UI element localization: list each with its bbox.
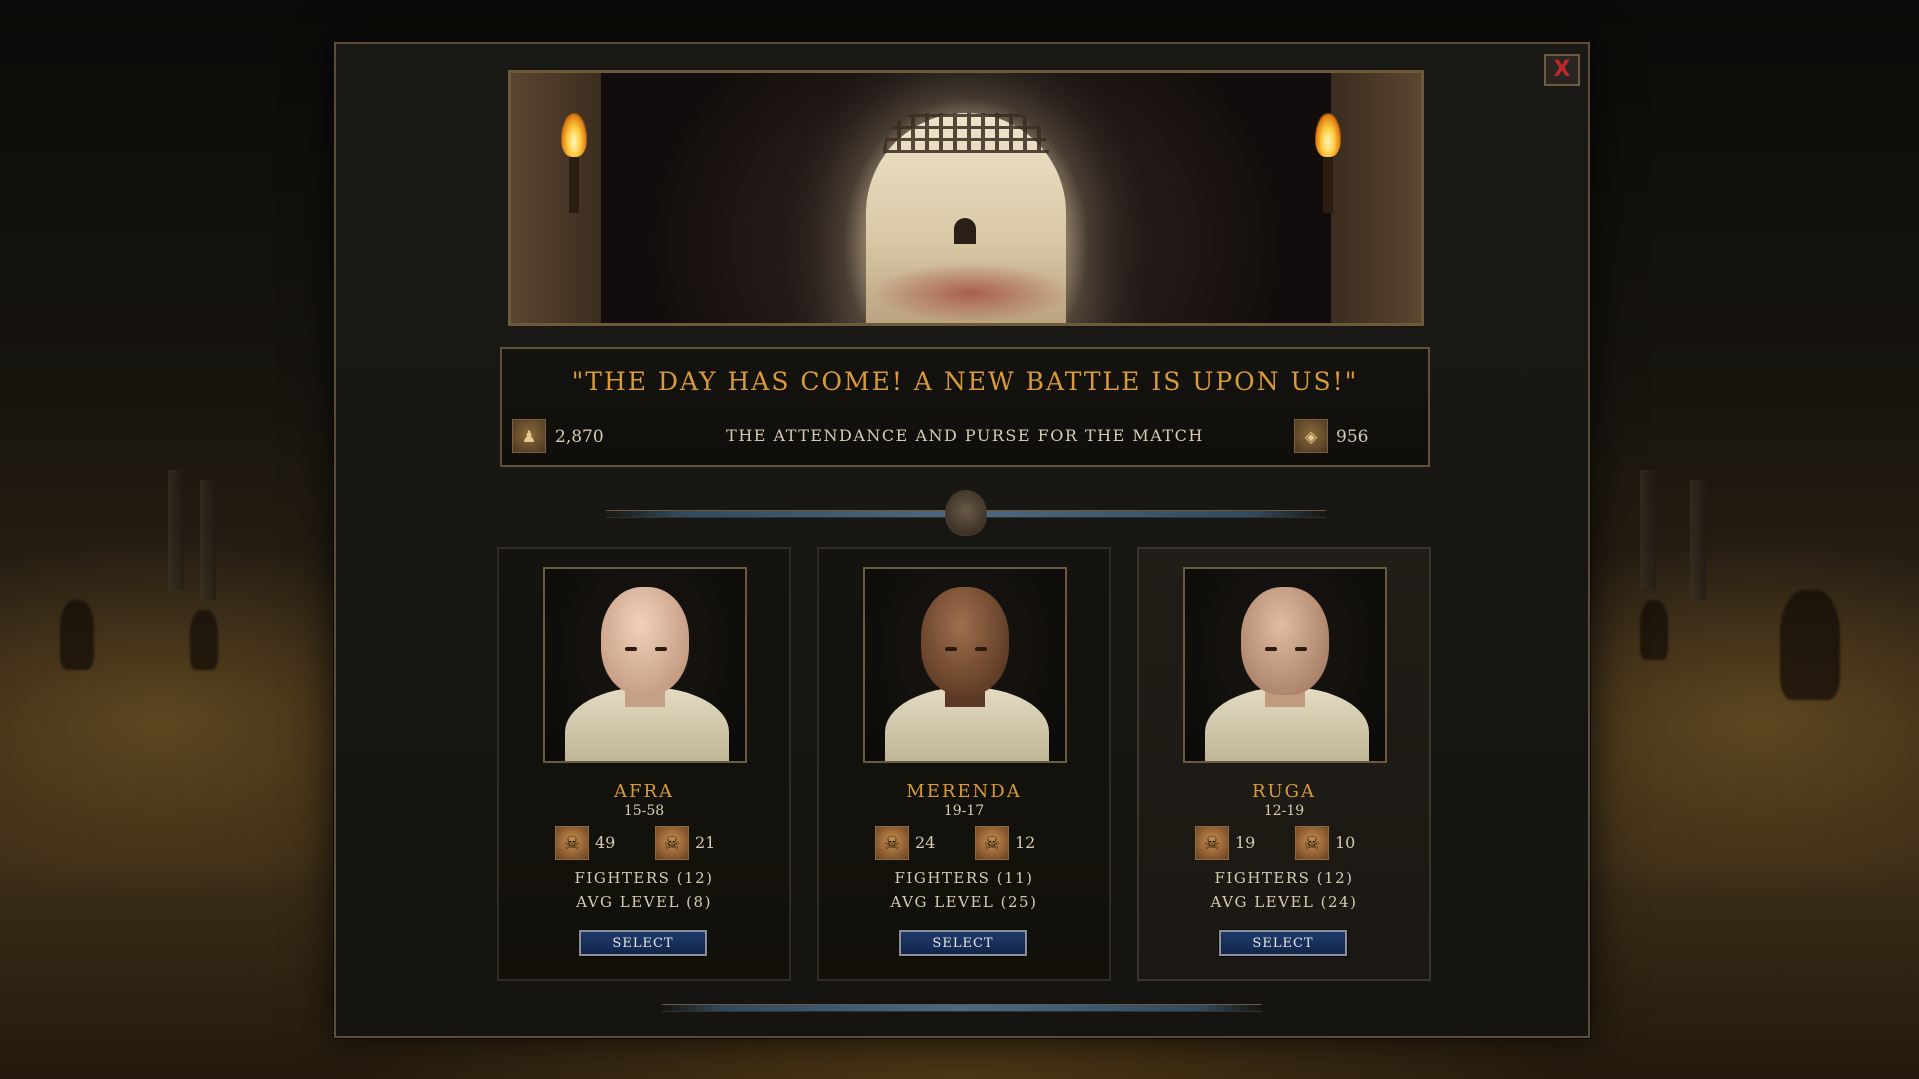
deaths-value: 21	[695, 833, 716, 852]
portrait-eye	[975, 647, 987, 651]
portrait-head	[1241, 587, 1329, 695]
select-merenda-button[interactable]: SELECT	[898, 929, 1028, 957]
lanista-record: 12-19	[1263, 803, 1305, 819]
background-gladiator	[1640, 600, 1668, 660]
average-level: AVG LEVEL (8)	[576, 893, 712, 911]
kills-value: 24	[915, 833, 936, 852]
lanista-record: 19-17	[943, 803, 985, 819]
portcullis	[883, 113, 1049, 153]
blood-stain	[871, 263, 1071, 323]
average-level: AVG LEVEL (25)	[890, 893, 1038, 911]
torch-left-stick	[569, 153, 579, 213]
lanista-record: 15-58	[623, 803, 665, 819]
torch-right-flame-icon	[1315, 113, 1341, 157]
select-ruga-button[interactable]: SELECT	[1218, 929, 1348, 957]
portrait-eye	[1295, 647, 1307, 651]
deaths-value: 12	[1015, 833, 1036, 852]
kills-skull-icon: ☠	[1195, 826, 1229, 860]
portrait-eye	[945, 647, 957, 651]
attendance-purse-caption: THE ATTENDANCE AND PURSE FOR THE MATCH	[726, 426, 1204, 445]
purse-value: 956	[1336, 427, 1369, 447]
deaths-skull-icon: ☠	[655, 826, 689, 860]
lanista-name: AFRA	[613, 781, 675, 802]
lanista-name: RUGA	[1251, 781, 1317, 802]
battle-quote: "THE DAY HAS COME! A NEW BATTLE IS UPON …	[571, 367, 1359, 396]
battle-announcement-panel: "THE DAY HAS COME! A NEW BATTLE IS UPON …	[500, 347, 1430, 467]
portrait-eye	[625, 647, 637, 651]
close-button[interactable]: X	[1544, 54, 1580, 86]
deaths-skull-icon: ☠	[1295, 826, 1329, 860]
deaths-skull-icon: ☠	[975, 826, 1009, 860]
torch-left-flame-icon	[561, 113, 587, 157]
lanista-card-merenda: MERENDA 19-17 ☠ 24 ☠ 12 FIGHTERS (11) AV…	[817, 547, 1111, 981]
banner-wall-right	[1331, 73, 1421, 323]
purse-icon: ◈	[1294, 419, 1328, 453]
lanista-card-ruga: RUGA 12-19 ☠ 19 ☠ 10 FIGHTERS (12) AVG L…	[1137, 547, 1431, 981]
background-pillar	[1690, 480, 1706, 600]
torch-right-stick	[1323, 153, 1333, 213]
background-pillar	[1640, 470, 1656, 590]
background-gladiator	[1780, 590, 1840, 700]
portrait-head	[601, 587, 689, 695]
portrait-eye	[655, 647, 667, 651]
lanista-name: MERENDA	[906, 781, 1022, 802]
arena-gate-banner	[508, 70, 1424, 326]
banner-wall-left	[511, 73, 601, 323]
kills-value: 49	[595, 833, 616, 852]
lion-emblem-icon	[945, 490, 987, 536]
background-pillar	[200, 480, 216, 600]
ornamental-divider-bottom	[662, 1004, 1262, 1012]
fighters-count: FIGHTERS (12)	[574, 869, 714, 887]
kills-skull-icon: ☠	[555, 826, 589, 860]
background-gladiator	[60, 600, 94, 670]
lanista-card-afra: AFRA 15-58 ☠ 49 ☠ 21 FIGHTERS (12) AVG L…	[497, 547, 791, 981]
far-door	[954, 218, 976, 244]
portrait-eye	[1265, 647, 1277, 651]
kills-skull-icon: ☠	[875, 826, 909, 860]
fighters-count: FIGHTERS (11)	[894, 869, 1034, 887]
portrait-afra	[543, 567, 747, 763]
background-gladiator	[190, 610, 218, 670]
portrait-head	[921, 587, 1009, 695]
kills-value: 19	[1235, 833, 1256, 852]
background-pillar	[168, 470, 184, 590]
close-icon: X	[1553, 57, 1571, 82]
fighters-count: FIGHTERS (12)	[1214, 869, 1354, 887]
deaths-value: 10	[1335, 833, 1356, 852]
portrait-merenda	[863, 567, 1067, 763]
select-afra-button[interactable]: SELECT	[578, 929, 708, 957]
average-level: AVG LEVEL (24)	[1210, 893, 1358, 911]
portrait-ruga	[1183, 567, 1387, 763]
